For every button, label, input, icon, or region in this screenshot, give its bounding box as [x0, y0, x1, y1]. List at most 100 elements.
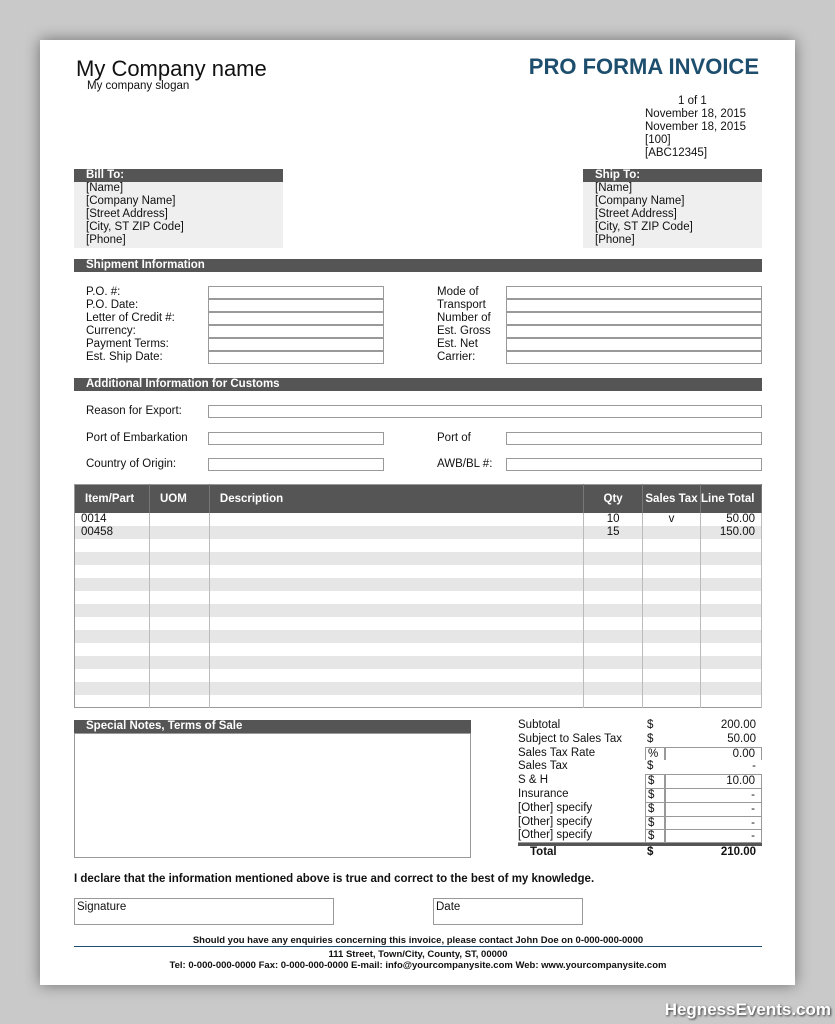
shipment-right-label: Number of: [437, 312, 491, 324]
table-cell: [583, 629, 644, 643]
table-cell: [149, 525, 210, 539]
total-value[interactable]: -: [665, 815, 762, 830]
table-cell: [149, 577, 210, 591]
table-row[interactable]: [74, 616, 763, 630]
table-cell: [700, 538, 763, 552]
shipment-left-input[interactable]: [208, 338, 384, 351]
table-row[interactable]: [74, 655, 763, 669]
total-label: Subtotal: [518, 719, 561, 731]
table-row[interactable]: [74, 668, 763, 682]
shipment-right-input[interactable]: [506, 299, 762, 312]
table-cell: [149, 629, 210, 643]
notes-textarea[interactable]: [74, 733, 471, 858]
table-cell: 50.00: [700, 512, 763, 526]
shipment-left-input[interactable]: [208, 286, 384, 299]
table-cell: [642, 603, 701, 617]
table-cell: [700, 681, 763, 695]
table-cell: [209, 642, 585, 656]
total-value[interactable]: 0.00: [665, 746, 762, 761]
total-row: Subject to Sales Tax $50.00: [518, 733, 762, 747]
invoice-number: [100]: [645, 134, 671, 146]
table-cell: [583, 668, 644, 682]
total-value[interactable]: -: [665, 829, 762, 842]
total-currency: %: [645, 746, 665, 761]
total-row: Total $210.00: [518, 843, 762, 859]
reason-input[interactable]: [208, 405, 762, 418]
table-row[interactable]: [74, 577, 763, 591]
total-value[interactable]: 10.00: [665, 774, 762, 788]
table-cell: [583, 616, 644, 630]
total-label: Subject to Sales Tax: [518, 732, 622, 745]
total-row: Sales Tax $ -: [518, 760, 762, 774]
ship-to-header: Ship To:: [583, 169, 762, 182]
table-cell: [209, 590, 585, 604]
table-cell: [209, 668, 585, 682]
table-row[interactable]: 00458 15 150.00: [74, 525, 763, 539]
table-cell: [642, 551, 701, 565]
shipment-right-input[interactable]: [506, 286, 762, 299]
table-row[interactable]: [74, 564, 763, 578]
table-cell: [74, 629, 150, 643]
total-value[interactable]: -: [665, 787, 762, 802]
date-field[interactable]: Date: [433, 898, 583, 925]
port-input[interactable]: [506, 432, 762, 445]
shipment-right-input[interactable]: [506, 338, 762, 351]
shipment-left-input[interactable]: [208, 325, 384, 338]
total-row: [Other] specify $ -: [518, 815, 762, 830]
table-cell: [149, 590, 210, 604]
table-row[interactable]: [74, 642, 763, 656]
table-cell: [149, 616, 210, 630]
shipment-left-input[interactable]: [208, 312, 384, 325]
table-cell: [74, 551, 150, 565]
table-cell: [642, 668, 701, 682]
declaration: I declare that the information mentioned…: [74, 873, 595, 885]
table-cell: 0014: [74, 512, 150, 526]
table-cell: [642, 681, 701, 695]
table-row[interactable]: [74, 590, 763, 604]
shipment-right-input[interactable]: [506, 351, 762, 364]
total-value: 210.00: [720, 846, 756, 859]
table-cell: [209, 551, 585, 565]
embarkation-input[interactable]: [208, 432, 384, 445]
table-cell: [642, 590, 701, 604]
table-row[interactable]: [74, 603, 763, 617]
table-cell: [642, 525, 701, 539]
table-row[interactable]: 0014 10 v 50.00: [74, 512, 763, 526]
shipment-right-input[interactable]: [506, 325, 762, 338]
table-cell: [209, 525, 585, 539]
table-cell: [642, 655, 701, 669]
awb-label: AWB/BL #:: [437, 458, 493, 470]
invoice-meta: 1 of 1 November 18, 2015 November 18, 20…: [645, 95, 746, 160]
notes-header: Special Notes, Terms of Sale: [74, 720, 471, 733]
signature-field[interactable]: Signature: [74, 898, 334, 925]
ship-street: [Street Address]: [595, 208, 677, 220]
shipment-right-input[interactable]: [506, 312, 762, 325]
table-cell: [149, 655, 210, 669]
ship-name: [Name]: [595, 182, 633, 194]
total-label: Sales Tax: [518, 760, 568, 773]
shipment-left-input[interactable]: [208, 299, 384, 312]
bill-name: [Name]: [86, 182, 124, 194]
footer-address: 111 Street, Town/City, County, ST, 00000: [328, 948, 508, 960]
table-row[interactable]: [74, 681, 763, 695]
table-cell: [583, 551, 644, 565]
shipment-left-input[interactable]: [208, 351, 384, 364]
footer-enquiries: Should you have any enquiries concerning…: [192, 935, 644, 946]
table-cell: [74, 642, 150, 656]
ship-city: [City, ST ZIP Code]: [595, 221, 693, 233]
origin-input[interactable]: [208, 458, 384, 471]
table-row[interactable]: [74, 538, 763, 552]
table-cell: [74, 577, 150, 591]
table-row[interactable]: [74, 551, 763, 565]
table-row[interactable]: [74, 694, 763, 708]
total-currency: $: [647, 846, 654, 859]
table-cell: [700, 551, 763, 565]
table-cell: [209, 577, 585, 591]
table-row[interactable]: [74, 629, 763, 643]
awb-input[interactable]: [506, 458, 762, 471]
table-cell: [209, 629, 585, 643]
watermark: HegnessEvents.com: [664, 1000, 831, 1019]
table-cell: [700, 564, 763, 578]
total-currency: $: [647, 760, 654, 773]
total-value[interactable]: -: [665, 801, 762, 816]
